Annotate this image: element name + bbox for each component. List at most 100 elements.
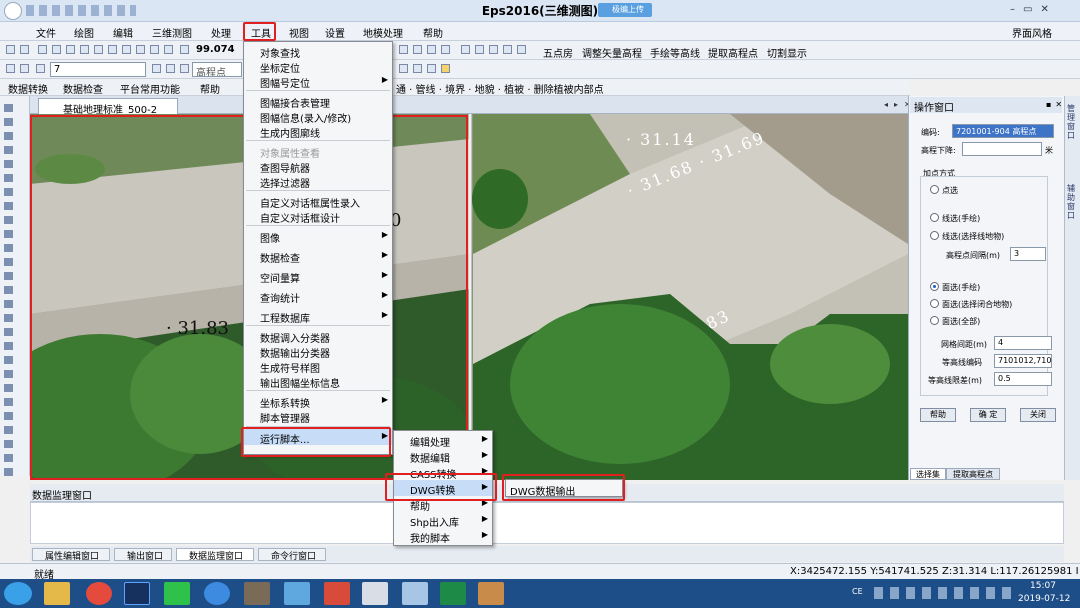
- undo-icon[interactable]: [6, 45, 15, 54]
- symbol-icon[interactable]: [152, 64, 161, 73]
- tools-menu-item[interactable]: 工程数据库 ▶: [244, 308, 392, 325]
- tools-menu-item[interactable]: 选择过滤器: [244, 173, 392, 190]
- zoom-in-icon[interactable]: [38, 45, 47, 54]
- delete-icon[interactable]: [517, 45, 526, 54]
- document-tab[interactable]: 基础地理标准_500-2: [38, 98, 178, 116]
- menu-help[interactable]: 帮助: [423, 25, 443, 40]
- interval-input[interactable]: 3: [1010, 247, 1046, 261]
- tools-menu-item[interactable]: 对象属性查看: [244, 143, 392, 160]
- tools-menu-item[interactable]: 图幅信息(录入/修改): [244, 108, 392, 125]
- zoom-all-icon[interactable]: [80, 45, 89, 54]
- monitor-icon[interactable]: [362, 582, 388, 605]
- tools-menu-item[interactable]: 数据输出分类器: [244, 343, 392, 360]
- chrome-icon[interactable]: [86, 582, 112, 605]
- tools-menu-item[interactable]: 数据检查 ▶: [244, 248, 392, 265]
- tools-menu-item[interactable]: 坐标系转换 ▶: [244, 393, 392, 410]
- measure-icon[interactable]: [136, 45, 145, 54]
- tool-cut-display[interactable]: 切割显示: [767, 45, 807, 60]
- menu-terrain[interactable]: 地模处理: [363, 25, 403, 40]
- paste-icon[interactable]: [503, 45, 512, 54]
- view3d-icon[interactable]: [180, 45, 189, 54]
- layer-icon[interactable]: [164, 45, 173, 54]
- code-dropdown[interactable]: 7201001-904 高程点: [952, 124, 1054, 138]
- rotate-icon[interactable]: [122, 45, 131, 54]
- grid-input[interactable]: 4: [994, 336, 1052, 350]
- ime-indicator[interactable]: CE: [852, 587, 863, 596]
- tab-attribute-edit[interactable]: 属性编辑窗口: [32, 548, 110, 562]
- menu-draw[interactable]: 绘图: [74, 25, 94, 40]
- folder-icon[interactable]: [441, 64, 450, 73]
- linetype-icon[interactable]: [36, 64, 45, 73]
- help-button[interactable]: 帮助: [920, 408, 956, 422]
- contour-code-input[interactable]: 7101012,7101022: [994, 354, 1052, 368]
- tools-menu-item[interactable]: 自定义对话框设计: [244, 208, 392, 225]
- edit-icon[interactable]: [475, 45, 484, 54]
- radio-line-select[interactable]: [930, 231, 939, 240]
- tray-icons[interactable]: [874, 587, 1014, 599]
- tools-menu-item[interactable]: 查图导航器: [244, 158, 392, 175]
- file-explorer-icon[interactable]: [44, 582, 70, 605]
- tools-menu-item[interactable]: 图像 ▶: [244, 228, 392, 245]
- redo-icon[interactable]: [20, 45, 29, 54]
- script-menu-item[interactable]: Shp出入库 ▶: [394, 512, 492, 529]
- tools-menu-item[interactable]: 生成内图廓线: [244, 123, 392, 140]
- radio-area-select[interactable]: [930, 299, 939, 308]
- tools-menu-item[interactable]: 输出图幅坐标信息: [244, 373, 392, 390]
- menu-3d-mapping[interactable]: 三维测图: [152, 25, 192, 40]
- script-menu-item[interactable]: 数据编辑 ▶: [394, 448, 492, 465]
- radio-area-hand[interactable]: [930, 282, 939, 291]
- refresh-icon[interactable]: [108, 45, 117, 54]
- tab-output[interactable]: 输出窗口: [114, 548, 172, 562]
- excel-icon[interactable]: [440, 582, 466, 605]
- tools-menu-item[interactable]: 对象查找: [244, 43, 392, 60]
- flag-icon[interactable]: [180, 64, 189, 73]
- start-icon[interactable]: [4, 582, 32, 605]
- window-controls[interactable]: –▭✕: [1010, 4, 1076, 16]
- zoom-out-icon[interactable]: [52, 45, 61, 54]
- tab-command-line[interactable]: 命令行窗口: [258, 548, 326, 562]
- tools-menu-item[interactable]: 图幅号定位 ▶: [244, 73, 392, 90]
- tool-five-point-house[interactable]: 五点房: [543, 45, 573, 60]
- netdisk-icon[interactable]: [204, 582, 230, 605]
- contour-limit-input[interactable]: 0.5: [994, 372, 1052, 386]
- side-tab-assist[interactable]: 辅助窗口: [1067, 184, 1079, 220]
- tools-menu-item[interactable]: 数据调入分类器: [244, 328, 392, 345]
- menu-view[interactable]: 视图: [289, 25, 309, 40]
- tool-adjust-elevation[interactable]: 调整矢量高程: [582, 45, 642, 60]
- menu-settings[interactable]: 设置: [325, 25, 345, 40]
- layer-select[interactable]: 7: [50, 62, 146, 77]
- zoom-level[interactable]: 99.074: [196, 44, 235, 55]
- menu-file[interactable]: 文件: [36, 25, 56, 40]
- tools-menu-item[interactable]: 查询统计 ▶: [244, 288, 392, 305]
- cloud-upload-button[interactable]: 极编上传: [598, 3, 652, 17]
- tab-selection-set[interactable]: 选择集: [910, 468, 946, 480]
- text-icon[interactable]: [413, 45, 422, 54]
- photoshop-icon[interactable]: [124, 582, 150, 605]
- attr-icon[interactable]: [399, 64, 408, 73]
- zoom-window-icon[interactable]: [66, 45, 75, 54]
- tools-menu-item[interactable]: 脚本管理器: [244, 408, 392, 425]
- ok-button[interactable]: 确 定: [970, 408, 1006, 422]
- tool-hand-contour[interactable]: 手绘等高线: [650, 45, 700, 60]
- photo-icon[interactable]: [478, 582, 504, 605]
- code-select[interactable]: 高程点: [192, 62, 242, 77]
- tool-extract-elevation[interactable]: 提取高程点: [708, 45, 758, 60]
- tools-menu-item[interactable]: 生成符号样图: [244, 358, 392, 375]
- pan-icon[interactable]: [94, 45, 103, 54]
- tab-extract-elevation[interactable]: 提取高程点: [946, 468, 1000, 480]
- check-icon[interactable]: [413, 64, 422, 73]
- radio-point[interactable]: [930, 185, 939, 194]
- wechat-icon[interactable]: [164, 582, 190, 605]
- house-icon[interactable]: [461, 45, 470, 54]
- script-menu-item[interactable]: 编辑处理 ▶: [394, 432, 492, 449]
- layer-manager-icon[interactable]: [6, 64, 15, 73]
- table-icon[interactable]: [441, 45, 450, 54]
- tools-menu-item[interactable]: 自定义对话框属性录入: [244, 193, 392, 210]
- menu-edit[interactable]: 编辑: [113, 25, 133, 40]
- radio-line-hand[interactable]: [930, 213, 939, 222]
- cloud-icon[interactable]: [284, 582, 310, 605]
- menu-process[interactable]: 处理: [211, 25, 231, 40]
- pin-icon[interactable]: [166, 64, 175, 73]
- close-button[interactable]: 关闭: [1020, 408, 1056, 422]
- eps-icon[interactable]: [324, 582, 350, 605]
